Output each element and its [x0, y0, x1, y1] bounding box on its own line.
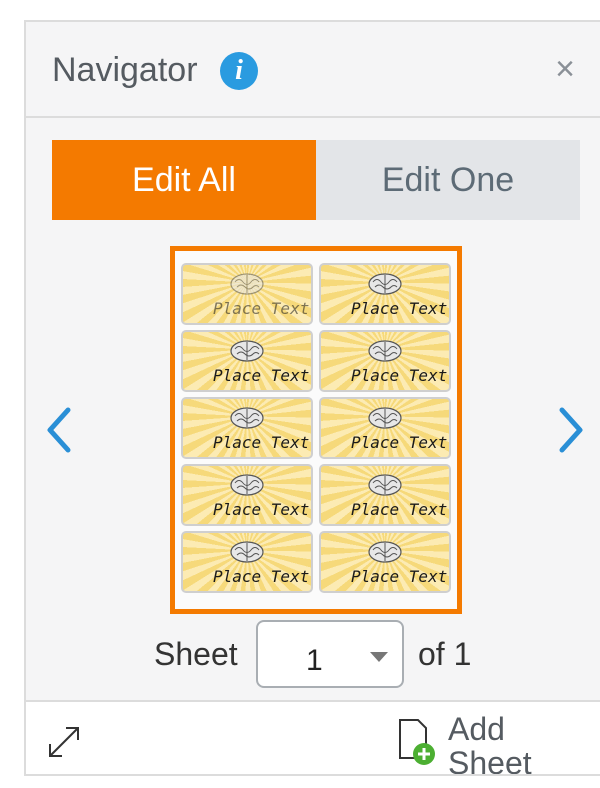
brain-icon: [230, 340, 264, 362]
navigator-header: Navigator i ×: [26, 22, 600, 118]
label-preview[interactable]: Place Text H: [181, 263, 313, 325]
label-text: Place Text H: [213, 433, 311, 452]
tab-edit-one[interactable]: Edit One: [316, 140, 580, 220]
label-text: Place Text H: [213, 366, 311, 385]
navigator-title: Navigator: [52, 51, 198, 89]
label-preview[interactable]: Place Text H: [181, 330, 313, 392]
label-preview[interactable]: Place Text H: [319, 464, 451, 526]
close-icon[interactable]: ×: [550, 50, 580, 88]
expand-icon[interactable]: [46, 724, 82, 760]
navigator-panel: Navigator i × Edit All Edit One Place Te…: [24, 20, 600, 776]
label-text: Place Text H: [351, 500, 449, 519]
label-preview[interactable]: Place Text H: [319, 263, 451, 325]
label-text: Place Text H: [351, 299, 449, 318]
add-sheet-label: Add Sheet: [448, 711, 532, 776]
tab-edit-all[interactable]: Edit All: [52, 140, 316, 220]
label-text: Place Text H: [213, 299, 311, 318]
label-preview[interactable]: Place Text H: [319, 531, 451, 593]
label-preview[interactable]: Place Text H: [181, 464, 313, 526]
add-sheet-icon: [399, 719, 435, 765]
brain-icon: [368, 407, 402, 429]
label-text: Place Text H: [213, 567, 311, 586]
brain-icon: [230, 541, 264, 563]
sheet-total-label: of 1: [418, 636, 472, 672]
navigator-footer: Add Sheet: [26, 700, 600, 776]
brain-icon: [368, 541, 402, 563]
sheet-select-value: 1: [306, 644, 323, 677]
label-text: Place Text H: [351, 433, 449, 452]
previous-arrow-icon[interactable]: [40, 400, 80, 460]
brain-icon: [368, 474, 402, 496]
info-icon[interactable]: i: [220, 52, 258, 90]
next-arrow-icon[interactable]: [550, 400, 590, 460]
label-preview[interactable]: Place Text H: [181, 397, 313, 459]
label-preview[interactable]: Place Text H: [319, 397, 451, 459]
label-preview[interactable]: Place Text H: [181, 531, 313, 593]
brain-icon: [368, 273, 402, 295]
sheet-label: Sheet: [154, 636, 238, 672]
brain-icon: [230, 407, 264, 429]
sheet-select[interactable]: 1: [256, 620, 404, 688]
label-text: Place Text H: [213, 500, 311, 519]
brain-icon: [368, 340, 402, 362]
add-sheet-button[interactable]: Add Sheet: [396, 706, 596, 776]
label-text: Place Text H: [351, 366, 449, 385]
sheet-preview[interactable]: Place Text H Place Text H Place Text H Plac…: [170, 246, 462, 614]
label-text: Place Text H: [351, 567, 449, 586]
brain-icon: [230, 474, 264, 496]
brain-icon: [230, 273, 264, 295]
label-preview[interactable]: Place Text H: [319, 330, 451, 392]
navigator-content: Edit All Edit One Place Text HPlace Text…: [26, 118, 600, 700]
sheet-pager: Sheet 1 of 1: [26, 620, 600, 690]
chevron-down-icon: [370, 652, 388, 662]
